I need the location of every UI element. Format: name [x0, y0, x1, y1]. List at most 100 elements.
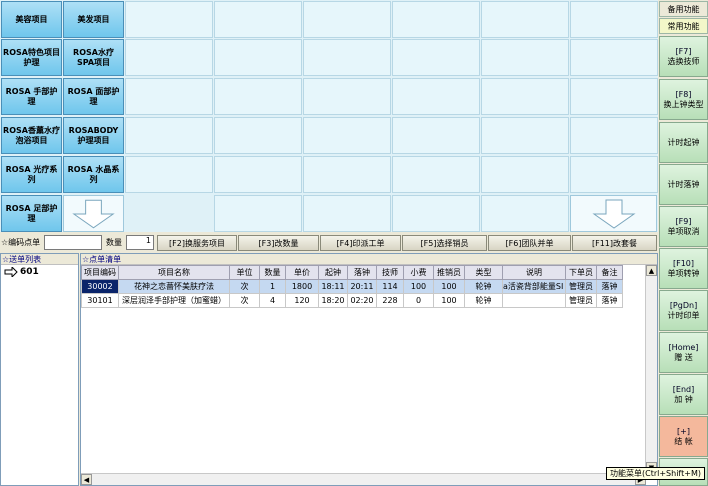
empty-item-slot[interactable] [392, 117, 480, 154]
toolbar-button[interactable]: [F6]团队并单 [488, 235, 571, 251]
empty-item-slot[interactable] [214, 195, 302, 232]
empty-item-slot[interactable] [303, 195, 391, 232]
empty-item-slot[interactable] [214, 39, 302, 76]
scroll-up-icon[interactable]: ▲ [646, 265, 657, 276]
empty-item-slot[interactable] [214, 156, 302, 193]
empty-item-slot[interactable] [570, 1, 658, 38]
table-cell: 228 [376, 293, 404, 308]
empty-item-slot[interactable] [214, 78, 302, 115]
category-button[interactable]: ROSA 足部护理 [1, 195, 62, 232]
column-header[interactable]: 推销员 [433, 265, 465, 280]
function-button-label: 计时起钟 [667, 137, 700, 147]
function-button[interactable]: [F8] 换上钟类型 [659, 79, 708, 120]
tab-common-functions[interactable]: 常用功能 [659, 18, 708, 34]
column-header[interactable]: 说明 [502, 265, 566, 280]
function-button[interactable]: [F10] 单项转钟 [659, 248, 708, 289]
empty-item-slot[interactable] [303, 1, 391, 38]
column-header[interactable]: 下单员 [565, 265, 597, 280]
category-button[interactable]: ROSA 光疗系列 [1, 156, 62, 193]
category-button[interactable]: ROSA水疗SPA项目 [63, 39, 124, 76]
category-button[interactable]: ROSA 水晶系列 [63, 156, 124, 193]
column-header[interactable]: 技师 [376, 265, 404, 280]
empty-item-slot[interactable] [570, 78, 658, 115]
empty-item-slot[interactable] [214, 117, 302, 154]
order-list-item[interactable]: 601 [1, 265, 78, 279]
category-button[interactable]: 美发项目 [63, 1, 124, 38]
toolbar-button[interactable]: [F11]改套餐 [572, 235, 657, 251]
column-header[interactable]: 项目编码 [81, 265, 119, 280]
column-header[interactable]: 单位 [229, 265, 260, 280]
column-header[interactable]: 小费 [403, 265, 434, 280]
vertical-scrollbar[interactable]: ▲ ▼ [645, 265, 657, 473]
category-button[interactable]: ROSA 面部护理 [63, 78, 124, 115]
empty-item-slot[interactable] [481, 117, 569, 154]
empty-item-slot[interactable] [125, 78, 213, 115]
empty-item-slot[interactable] [392, 195, 480, 232]
column-header[interactable]: 项目名称 [118, 265, 230, 280]
empty-item-slot[interactable] [125, 117, 213, 154]
empty-item-slot[interactable] [570, 117, 658, 154]
quantity-input[interactable]: 1 [126, 235, 154, 250]
table-cell: 4 [259, 293, 286, 308]
empty-item-slot[interactable] [392, 1, 480, 38]
function-button[interactable]: [End] 加 钟 [659, 374, 708, 415]
horizontal-scrollbar[interactable]: ◀ ▶ [81, 473, 646, 485]
category-button[interactable]: ROSA香薰水疗泡浴项目 [1, 117, 62, 154]
function-button[interactable]: [+] 结 帐 [659, 416, 708, 457]
empty-item-slot[interactable] [570, 156, 658, 193]
category-button[interactable]: ROSA特色项目护理 [1, 39, 62, 76]
function-button-label: 选换技师 [667, 56, 700, 66]
empty-item-slot[interactable] [303, 39, 391, 76]
toolbar-button[interactable]: [F5]选择销员 [402, 235, 487, 251]
empty-item-slot[interactable] [481, 78, 569, 115]
table-row[interactable]: 30002 花神之恋薔怀美肤疗法次 1 1800 18:11 20:11 114 100 100… [81, 279, 623, 294]
table-cell [502, 293, 566, 308]
table-cell: 落钟 [596, 279, 623, 294]
page-down-arrow-icon[interactable] [570, 195, 657, 232]
table-cell: 100 [433, 279, 465, 294]
empty-item-slot[interactable] [303, 156, 391, 193]
empty-item-slot[interactable] [303, 78, 391, 115]
empty-item-slot[interactable] [125, 1, 213, 38]
column-header[interactable]: 单价 [285, 265, 319, 280]
order-items-panel: ☆点单清单 项目编码 项目名称 单位 数量 单价 起钟 落钟 技师 小费 推销员 类型 说明 下单员 备注… [80, 253, 658, 486]
code-input[interactable] [44, 235, 102, 250]
column-header[interactable]: 类型 [464, 265, 503, 280]
empty-item-slot[interactable] [214, 1, 302, 38]
empty-item-slot[interactable] [481, 195, 569, 232]
empty-item-slot[interactable] [392, 156, 480, 193]
column-header[interactable]: 落钟 [347, 265, 377, 280]
column-header[interactable]: 数量 [259, 265, 286, 280]
empty-item-slot[interactable] [125, 39, 213, 76]
empty-item-slot[interactable] [481, 39, 569, 76]
column-header[interactable]: 备注 [596, 265, 623, 280]
column-header[interactable]: 起钟 [318, 265, 348, 280]
function-button[interactable]: 计时落钟 [659, 164, 708, 205]
function-button[interactable]: 计时起钟 [659, 122, 708, 163]
empty-item-slot[interactable] [481, 156, 569, 193]
page-down-arrow-icon[interactable] [63, 195, 124, 232]
category-button[interactable]: ROSABODY护理项目 [63, 117, 124, 154]
function-button[interactable]: [Home] 赠 送 [659, 332, 708, 373]
function-button-label: 计时印单 [667, 310, 700, 320]
function-button-label: 赠 送 [674, 352, 693, 362]
tab-backup-functions[interactable]: 备用功能 [659, 1, 708, 17]
table-row[interactable]: 30101 深层润泽手部护理（加蜜蜡）次 4 120 18:20 02:20 228 0 100… [81, 293, 623, 308]
function-button[interactable]: [F7] 选换技师 [659, 36, 708, 77]
toolbar-button[interactable]: [F2]换服务项目 [157, 235, 237, 251]
table-cell: 30002 [81, 279, 119, 294]
toolbar-button[interactable]: [F3]改数量 [238, 235, 319, 251]
empty-item-slot[interactable] [481, 1, 569, 38]
empty-item-slot[interactable] [570, 39, 658, 76]
category-button[interactable]: ROSA 手部护理 [1, 78, 62, 115]
toolbar-button[interactable]: [F4]印派工单 [320, 235, 401, 251]
empty-item-slot[interactable] [392, 78, 480, 115]
empty-item-slot[interactable] [392, 39, 480, 76]
category-button[interactable]: 美容项目 [1, 1, 62, 38]
function-button[interactable]: [F9] 单项取消 [659, 206, 708, 247]
function-button[interactable]: [PgDn] 计时印单 [659, 290, 708, 331]
table-cell: 30101 [81, 293, 119, 308]
scroll-left-icon[interactable]: ◀ [81, 474, 92, 485]
empty-item-slot[interactable] [303, 117, 391, 154]
empty-item-slot[interactable] [125, 156, 213, 193]
